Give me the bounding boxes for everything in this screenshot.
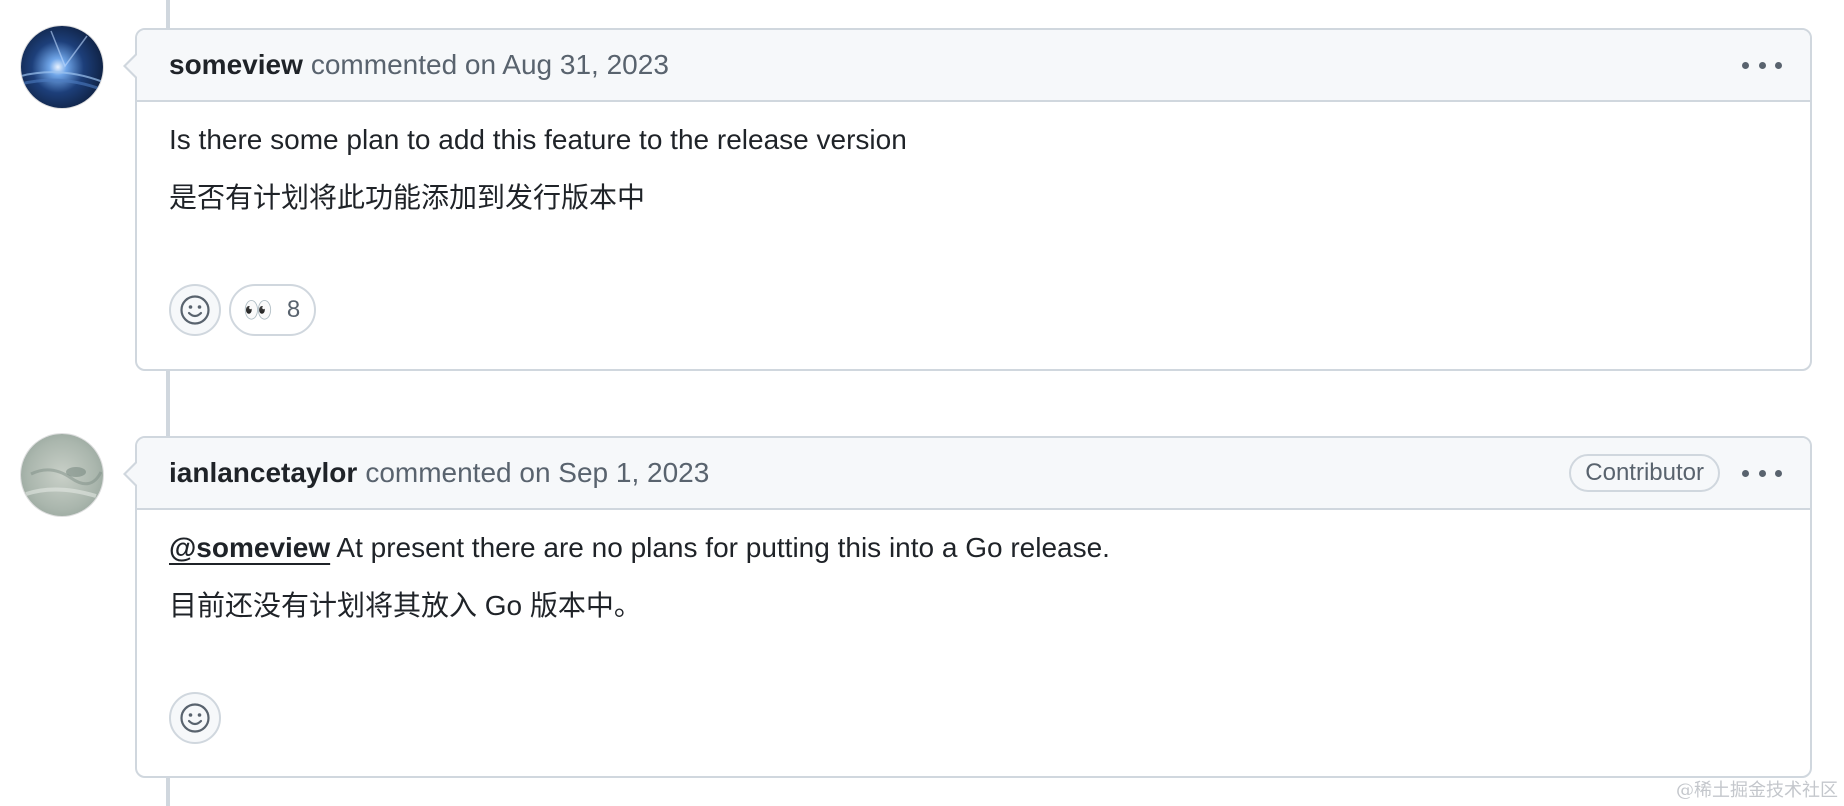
user-mention-link[interactable]: @someview	[169, 532, 330, 563]
comment-card: ianlancetaylor commented on Sep 1, 2023 …	[123, 436, 1812, 778]
comment-header: someview commented on Aug 31, 2023	[137, 30, 1810, 102]
smiley-icon	[180, 295, 210, 325]
reactions-bar	[137, 692, 253, 744]
comment-text: At present there are no plans for puttin…	[336, 532, 1110, 563]
comment-timestamp[interactable]: commented on Aug 31, 2023	[311, 49, 669, 81]
comment-timestamp[interactable]: commented on Sep 1, 2023	[365, 457, 709, 489]
comment-text-english: @someview At present there are no plans …	[169, 528, 1778, 568]
kebab-horizontal-icon[interactable]	[1742, 50, 1782, 80]
kebab-horizontal-icon[interactable]	[1742, 458, 1782, 488]
comment-text-english: Is there some plan to add this feature t…	[169, 124, 907, 155]
eyes-icon: 👀	[243, 296, 273, 324]
avatar-ianlancetaylor[interactable]	[21, 434, 103, 516]
avatar-someview[interactable]	[21, 26, 103, 108]
comment-card: someview commented on Aug 31, 2023 Is th…	[123, 28, 1812, 371]
comment-header: ianlancetaylor commented on Sep 1, 2023 …	[137, 438, 1810, 510]
reaction-eyes-button[interactable]: 👀 8	[229, 284, 317, 336]
comment-text-chinese: 是否有计划将此功能添加到发行版本中	[169, 182, 646, 213]
comment-body: @someview At present there are no plans …	[137, 510, 1810, 626]
reaction-count: 8	[286, 296, 301, 323]
reactions-bar: 👀 8	[137, 284, 348, 336]
contributor-badge: Contributor	[1569, 454, 1720, 492]
add-reaction-button[interactable]	[169, 284, 221, 336]
comment-author[interactable]: ianlancetaylor	[169, 457, 357, 489]
comment-body: Is there some plan to add this feature t…	[137, 102, 1810, 218]
add-reaction-button[interactable]	[169, 692, 221, 744]
watermark: @稀土掘金技术社区	[1676, 780, 1838, 801]
smiley-icon	[180, 703, 210, 733]
comment-author[interactable]: someview	[169, 49, 303, 81]
comment-text-chinese: 目前还没有计划将其放入 Go 版本中。	[169, 590, 642, 621]
